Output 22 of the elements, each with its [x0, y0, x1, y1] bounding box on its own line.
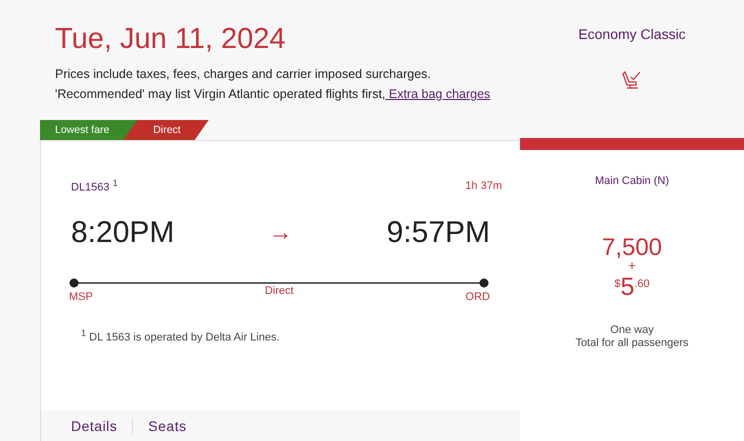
stops-label: Direct — [264, 284, 294, 297]
fare-name: Main Cabin (N) — [595, 175, 669, 187]
price-notice: Prices include taxes, fees, charges and carrier imposed surcharges. 'Recommended' may list Virgin Atlantic operated flights first, Extra bag charges — [55, 66, 492, 103]
total-note: Total for all passengers — [575, 337, 689, 350]
detail-link[interactable]: Details — [71, 418, 118, 434]
destination-code: ORD — [466, 290, 490, 303]
fare-tag: Lowest fare — [40, 120, 138, 140]
trip-type: One way — [610, 324, 654, 337]
flight-duration: 1h 37m — [465, 180, 502, 192]
flight-number: DL1563 $^{1}$ — [71, 178, 118, 194]
points-price: 7,500 — [602, 235, 662, 261]
operator-footnote: $^{1}$ DL 1563 is operated by Delta Air Lines. — [80, 326, 281, 344]
cash-price: $^{$}$5$^{.60}$ — [614, 272, 650, 300]
cabin-class: Economy Classic — [578, 26, 686, 42]
extra-bag-charges-link[interactable]: Extra bag charges — [385, 87, 490, 101]
flight-date: Tue, Jun 11, 2024 — [55, 22, 287, 56]
origin-code: MSP — [69, 290, 93, 303]
arrow-glyph: → — [268, 218, 292, 247]
arrival-time: 9:57PM — [386, 216, 490, 250]
plus-sign: + — [628, 261, 636, 271]
departure-time: 8:20PM — [71, 216, 174, 250]
detail-link[interactable]: Seats — [148, 418, 187, 434]
